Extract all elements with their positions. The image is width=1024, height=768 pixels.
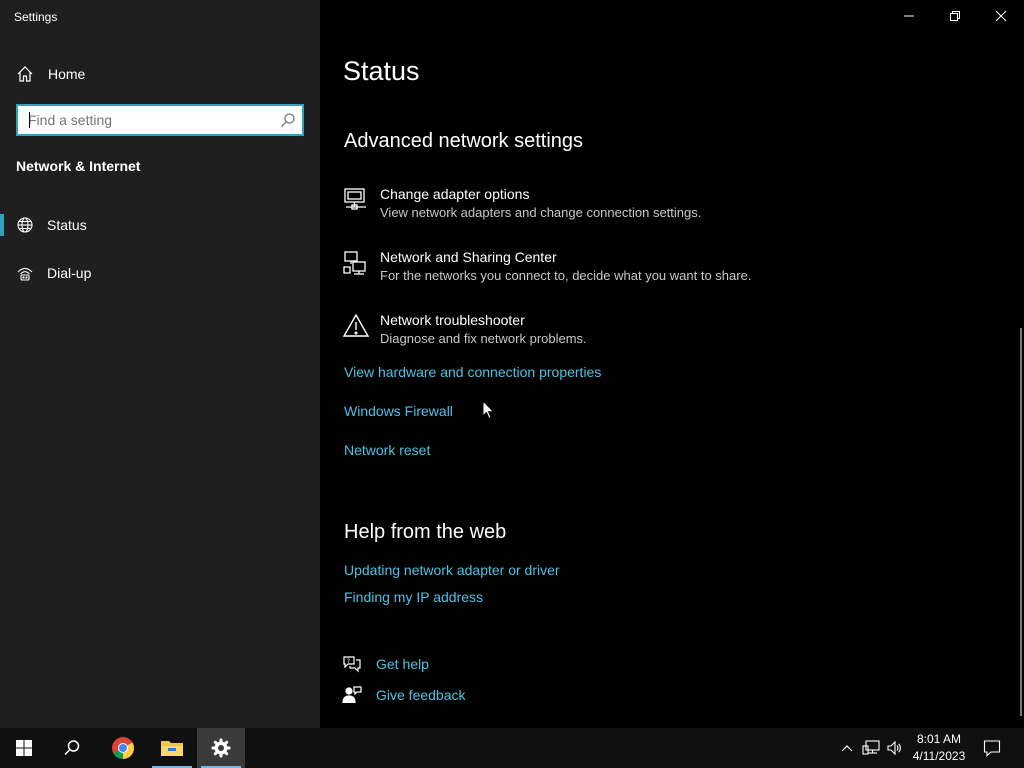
- mouse-cursor-icon: [482, 400, 495, 420]
- search-input[interactable]: [18, 106, 278, 134]
- gear-icon: [211, 738, 231, 758]
- chrome-icon: [112, 737, 134, 759]
- text-caret: [29, 112, 30, 128]
- option-title: Network troubleshooter: [380, 312, 525, 328]
- sharing-center-icon: [343, 251, 366, 275]
- advanced-heading: Advanced network settings: [344, 130, 584, 152]
- give-feedback-link[interactable]: Give feedback: [342, 684, 466, 706]
- page-title: Status: [343, 56, 420, 86]
- network-tray-button[interactable]: [859, 728, 883, 768]
- adapter-icon: [344, 188, 366, 210]
- taskbar-file-explorer[interactable]: [148, 728, 196, 768]
- close-icon: [995, 10, 1007, 22]
- taskbar-clock[interactable]: 8:01 AM 4/11/2023: [906, 731, 972, 765]
- taskbar-chrome[interactable]: [99, 728, 147, 768]
- minimize-button[interactable]: [886, 0, 932, 32]
- windows-logo-icon: [16, 740, 32, 756]
- network-wired-icon: [862, 740, 880, 755]
- chevron-up-icon: [841, 745, 853, 752]
- feedback-person-icon: [342, 686, 362, 704]
- help-heading: Help from the web: [344, 521, 507, 543]
- section-title: Network & Internet: [16, 158, 141, 174]
- speaker-icon: [887, 740, 901, 756]
- restore-icon: [950, 11, 960, 21]
- scrollbar[interactable]: [1020, 328, 1022, 716]
- get-help-link[interactable]: ? Get help: [342, 653, 429, 675]
- taskbar-settings[interactable]: [197, 728, 245, 768]
- taskbar-search-button[interactable]: [48, 728, 96, 768]
- nav-home-label: Home: [48, 66, 86, 82]
- option-title: Change adapter options: [380, 186, 530, 202]
- folder-icon: [161, 741, 183, 756]
- volume-tray-button[interactable]: [883, 728, 905, 768]
- nav-home[interactable]: Home: [16, 62, 85, 86]
- option-description: For the networks you connect to, decide …: [380, 268, 752, 283]
- search-box[interactable]: [16, 104, 304, 136]
- action-center-button[interactable]: [976, 728, 1008, 768]
- finding-ip-link[interactable]: Finding my IP address: [344, 589, 483, 605]
- restore-button[interactable]: [932, 0, 978, 32]
- sidebar-item-dial-up[interactable]: Dial-up: [0, 258, 320, 288]
- clock-time: 8:01 AM: [916, 732, 962, 746]
- globe-icon: [17, 217, 33, 233]
- view-hardware-link[interactable]: View hardware and connection properties: [344, 364, 601, 380]
- option-title: Network and Sharing Center: [380, 249, 557, 265]
- troubleshooter-option[interactable]: Network troubleshooter Diagnose and fix …: [342, 312, 942, 352]
- search-icon[interactable]: [280, 112, 296, 128]
- chat-help-icon: ?: [343, 656, 361, 673]
- show-hidden-icons-button[interactable]: [836, 728, 858, 768]
- sidebar: Settings Home Network & Internet Status …: [0, 0, 320, 728]
- updating-driver-link[interactable]: Updating network adapter or driver: [344, 562, 560, 578]
- window-title: Settings: [14, 10, 58, 24]
- get-help-label: Get help: [376, 656, 429, 672]
- dial-up-icon: [17, 267, 33, 281]
- network-reset-link[interactable]: Network reset: [344, 442, 430, 458]
- home-icon: [17, 66, 33, 82]
- minimize-icon: [904, 15, 914, 17]
- warning-icon: [342, 313, 370, 337]
- sidebar-item-label: Status: [47, 217, 87, 233]
- clock-date: 4/11/2023: [912, 749, 966, 763]
- close-button[interactable]: [978, 0, 1024, 32]
- svg-text:?: ?: [347, 658, 350, 665]
- taskbar: 8:01 AM 4/11/2023: [0, 728, 1024, 768]
- change-adapter-option[interactable]: Change adapter options View network adap…: [342, 186, 942, 226]
- sharing-center-option[interactable]: Network and Sharing Center For the netwo…: [342, 249, 942, 289]
- sidebar-item-label: Dial-up: [47, 265, 92, 281]
- sidebar-item-status[interactable]: Status: [0, 210, 320, 240]
- search-icon: [64, 740, 80, 756]
- notification-icon: [983, 740, 1001, 757]
- start-button[interactable]: [0, 728, 48, 768]
- main-content: Status Advanced network settings Change …: [320, 0, 1024, 728]
- option-description: Diagnose and fix network problems.: [380, 331, 587, 346]
- windows-firewall-link[interactable]: Windows Firewall: [344, 403, 453, 419]
- option-description: View network adapters and change connect…: [380, 205, 702, 220]
- give-feedback-label: Give feedback: [376, 687, 466, 703]
